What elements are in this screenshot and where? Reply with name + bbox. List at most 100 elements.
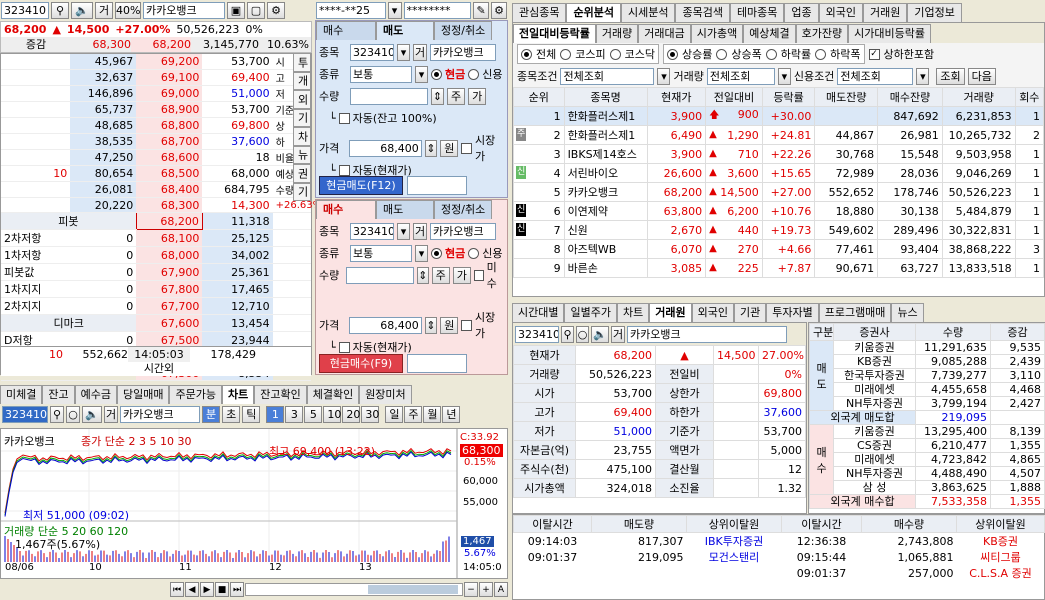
stock-name[interactable]: IBKS제14호스: [563, 144, 648, 164]
bid-row[interactable]: 1차지지 0 67,800 17,465: [1, 280, 311, 299]
tab-sell[interactable]: 매도: [376, 200, 434, 219]
interval-button[interactable]: 3: [285, 405, 304, 423]
market-tab[interactable]: 순위분석: [566, 3, 621, 22]
buy-price-spinner[interactable]: ⇕: [424, 316, 438, 334]
chart-scroll-thumb[interactable]: [368, 584, 458, 594]
detail-tab[interactable]: 시간대별: [512, 303, 565, 322]
nav-first-icon[interactable]: ⏮: [170, 581, 184, 597]
sell-available-button[interactable]: 가: [468, 87, 487, 105]
bid-price[interactable]: 67,600: [136, 314, 203, 333]
rank-subtab[interactable]: 시가총액: [690, 24, 744, 43]
detail-tab[interactable]: 일별주가: [564, 303, 617, 322]
rank-header[interactable]: 회수: [1014, 87, 1045, 107]
bid-row[interactable]: 2차저항 0 68,100 25,125: [1, 229, 311, 248]
condition-dropdown-icon[interactable]: ▾: [657, 67, 671, 85]
volume-cond-select[interactable]: 전체조회: [706, 67, 775, 85]
side-tab[interactable]: 투: [293, 53, 311, 72]
rank-header[interactable]: 매도잔량: [814, 87, 879, 107]
stock-name[interactable]: 신원: [563, 220, 648, 240]
bottom-tab[interactable]: 예수금: [74, 385, 117, 404]
ask-price[interactable]: 68,900: [136, 101, 203, 118]
chart-tick-button[interactable]: 틱: [242, 405, 261, 423]
market-tab[interactable]: 기업정보: [907, 3, 962, 22]
buy-code-dropdown-icon[interactable]: ▾: [397, 222, 410, 240]
sell-auto-balance-checkbox[interactable]: [338, 112, 350, 124]
detail-tab[interactable]: 외국인: [691, 303, 734, 322]
sell-market-checkbox[interactable]: [461, 142, 472, 154]
buy-code-input[interactable]: 323410: [350, 222, 394, 240]
bid-price[interactable]: 67,800: [136, 280, 203, 299]
table-row[interactable]: 주 2 한화플러스제1 6,490 ▲ 1,290 +24.81 44,867 26,981 10…: [513, 125, 1045, 145]
sell-kind-select[interactable]: 보통: [350, 65, 412, 83]
detail-tab[interactable]: 프로그램매매: [818, 303, 892, 322]
ask-row[interactable]: 45,967 69,200 53,700 시: [1, 54, 311, 70]
ask-price[interactable]: 68,500: [136, 165, 203, 182]
detail-tab[interactable]: 뉴스: [891, 303, 924, 322]
volume-cond-dropdown-icon[interactable]: ▾: [777, 67, 791, 85]
sell-shares-button[interactable]: 주: [447, 87, 466, 105]
ask-price[interactable]: 68,300: [136, 197, 203, 214]
broker-row[interactable]: KB증권 9,085,288 2,439: [810, 354, 1045, 369]
nav-stop-icon[interactable]: ■: [215, 581, 229, 597]
sell-qty-input[interactable]: [350, 87, 428, 105]
rank-header[interactable]: 전일대비: [705, 87, 763, 107]
ask-row[interactable]: 20,220 68,300 14,300 +26.63%: [1, 197, 322, 214]
credit-cond-dropdown-icon[interactable]: ▾: [916, 67, 930, 85]
table-row[interactable]: 신 7 신원 2,670 ▲ 440 +19.73 549,602 289,496 30,322,…: [513, 220, 1045, 240]
bid-price[interactable]: 67,900: [136, 263, 203, 282]
buy-submit-button[interactable]: 현금매수(F9): [319, 353, 403, 373]
chart-area[interactable]: 카카오뱅크 종가 단순 2 3 5 10 30 최고 69,400 (13:22…: [0, 428, 508, 579]
interval-button[interactable]: 30: [361, 405, 380, 423]
detail-tab[interactable]: 투자자별: [766, 303, 819, 322]
bottom-tab[interactable]: 당일매매: [117, 385, 170, 404]
next-button[interactable]: 다음: [967, 67, 996, 85]
sell-price-spinner[interactable]: ⇕: [424, 139, 438, 157]
interval-button[interactable]: 20: [342, 405, 361, 423]
table-row[interactable]: 1 한화플러스제1 3,900 🡅 900 +30.00 847,692 6,231,853 1: [513, 106, 1045, 126]
buy-qty-spinner[interactable]: ⇕: [417, 266, 429, 284]
account-input[interactable]: ****-**25: [316, 1, 386, 19]
bid-row[interactable]: 1차저항 0 68,000 34,002: [1, 246, 311, 265]
chart-radio-icon[interactable]: ○: [66, 405, 80, 423]
rank-subtab[interactable]: 예상체결: [743, 24, 796, 43]
rank-header[interactable]: 등락률: [761, 87, 816, 107]
password-input[interactable]: ********: [403, 1, 472, 19]
chart-search-icon[interactable]: ⚲: [50, 405, 64, 423]
zoom-out-icon[interactable]: −: [464, 581, 478, 597]
gear-icon[interactable]: ⚙: [267, 1, 285, 19]
bid-row[interactable]: 디마크 67,600 13,454: [1, 314, 311, 333]
buy-price-input[interactable]: 68,400: [348, 316, 422, 334]
rank-subtab[interactable]: 전일대비등락률: [513, 24, 596, 43]
rank-header[interactable]: 종목명: [563, 87, 648, 107]
limit-include-checkbox[interactable]: ✓: [868, 48, 880, 60]
bid-row[interactable]: 피봇값 0 67,900 25,361: [1, 263, 311, 282]
sell-won-button[interactable]: 원: [440, 139, 459, 157]
period-button[interactable]: 주: [404, 405, 423, 423]
text-tool-icon[interactable]: A: [494, 581, 508, 597]
stock-code-input[interactable]: 323410: [1, 1, 49, 19]
ask-price[interactable]: 69,200: [136, 54, 203, 70]
period-button[interactable]: 일: [385, 405, 404, 423]
buy-misu-checkbox[interactable]: [473, 269, 484, 281]
table-row[interactable]: 신 6 이연제약 63,800 ▲ 6,200 +10.76 18,880 30,138 5,48…: [513, 201, 1045, 221]
buy-available-button[interactable]: 가: [452, 266, 471, 284]
interval-button[interactable]: 1: [266, 405, 285, 423]
search-icon[interactable]: ⚲: [51, 1, 69, 19]
bid-row[interactable]: 2차지지 0 67,700 12,710: [1, 297, 311, 316]
detail-code-input[interactable]: 323410: [515, 325, 559, 343]
interval-button[interactable]: 5: [304, 405, 323, 423]
direction-radio[interactable]: [667, 48, 678, 60]
ask-row[interactable]: 38,535 68,700 37,600 하: [1, 133, 311, 150]
rank-header[interactable]: 매수잔량: [877, 87, 943, 107]
ask-price[interactable]: 69,000: [136, 85, 203, 102]
bottom-tab[interactable]: 원장미처: [359, 385, 412, 404]
market-tab[interactable]: 시세분석: [620, 3, 676, 22]
stock-name[interactable]: 이연제약: [563, 201, 648, 221]
side-tab[interactable]: 권: [293, 164, 311, 183]
ask-price[interactable]: 68,800: [136, 117, 203, 134]
market-tab[interactable]: 업종: [784, 3, 819, 22]
side-tab[interactable]: 기: [293, 182, 311, 201]
broker-row[interactable]: NH투자증권 4,488,490 4,507: [810, 466, 1045, 481]
ask-row[interactable]: 26,081 68,400 684,795 수량: [1, 181, 311, 198]
broker-row[interactable]: CS증권 6,210,477 1,355: [810, 438, 1045, 453]
